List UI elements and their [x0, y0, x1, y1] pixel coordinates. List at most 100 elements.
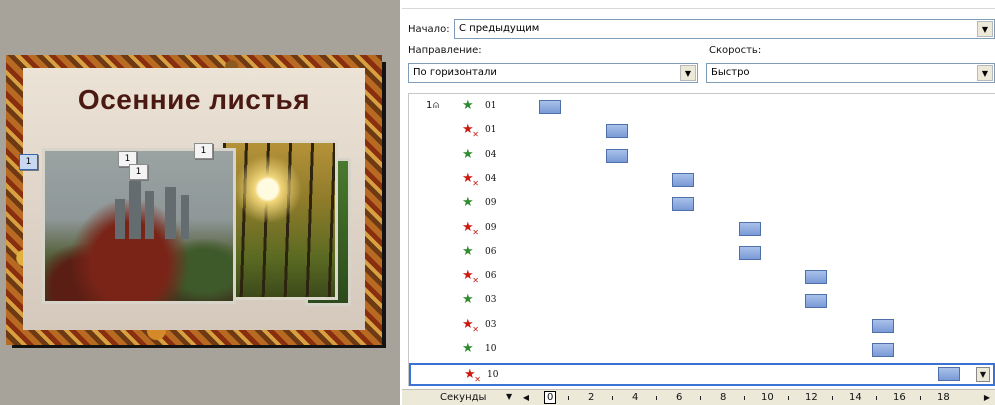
timing-bar[interactable]: [539, 100, 561, 114]
timeline-tick-label: 0: [544, 391, 557, 404]
animation-item-name: 03: [485, 295, 497, 306]
timeline-tick-label: 14: [849, 392, 862, 403]
timing-bar[interactable]: [938, 367, 960, 382]
animation-item-name: 10: [485, 344, 497, 354]
animation-item-name: 03: [485, 319, 497, 330]
timeline-tick-label: 8: [720, 392, 727, 403]
animation-item-name: 06: [485, 271, 497, 282]
red-star-exit-icon: ★ ✕: [462, 219, 479, 237]
timeline-tick-label: 16: [893, 392, 906, 403]
timeline-tick-mark: [612, 396, 613, 400]
pane-divider: [402, 8, 995, 9]
exit-marker-icon: ✕: [472, 276, 479, 286]
speed-select-value: Быстро: [711, 67, 750, 78]
timeline-tick-mark: [744, 396, 745, 400]
scroll-right-icon[interactable]: ▶: [981, 391, 993, 404]
green-star-icon: ★: [462, 195, 474, 211]
direction-select-value: По горизонтали: [413, 67, 497, 78]
green-star-icon: ★: [462, 292, 474, 308]
animation-order-badge[interactable]: 1: [19, 154, 38, 170]
animation-list-item[interactable]: ★ ✕ 10 ▼: [409, 363, 995, 387]
animation-item-name: 10: [487, 370, 499, 381]
chevron-down-icon[interactable]: ▼: [976, 367, 990, 383]
slide-photo-forest[interactable]: [220, 140, 338, 300]
red-star-exit-icon: ★ ✕: [462, 268, 479, 286]
chevron-down-icon[interactable]: ▼: [977, 65, 993, 81]
animation-list-item[interactable]: ★ ✕ 01: [409, 120, 995, 143]
city-tower: [129, 181, 141, 239]
animation-list-item[interactable]: ★ 04: [409, 145, 995, 168]
city-tower: [145, 191, 154, 239]
red-star-exit-icon: ★ ✕: [462, 316, 479, 334]
timing-bar[interactable]: [605, 124, 628, 139]
exit-marker-icon: ✕: [472, 227, 479, 237]
scroll-left-icon[interactable]: ◀: [520, 391, 532, 404]
slide-title[interactable]: Осенние листья: [23, 84, 365, 116]
timeline-tick-mark: [788, 396, 789, 400]
exit-marker-icon: ✕: [472, 178, 479, 188]
animation-item-name: 06: [485, 246, 497, 257]
timing-bar[interactable]: [738, 221, 761, 236]
speed-select[interactable]: Быстро ▼: [706, 63, 995, 83]
animation-order-badge[interactable]: 1: [194, 143, 213, 159]
timeline-bar: Секунды ▼ ◀ 0 2 4 6 8 10 12 14 16 18 ▶: [402, 389, 995, 405]
timing-bar[interactable]: [805, 294, 827, 309]
timeline-tick-mark: [656, 396, 657, 400]
timing-bar[interactable]: [871, 318, 894, 333]
animation-list-item[interactable]: 1 ⍝ ★ 01: [409, 96, 995, 119]
timeline-tick-label: 6: [676, 392, 683, 403]
green-star-icon: ★: [462, 341, 474, 356]
green-star-icon: ★: [462, 98, 474, 113]
timing-bar[interactable]: [738, 245, 761, 260]
timeline-tick-label: 10: [761, 392, 774, 403]
exit-marker-icon: ✕: [472, 130, 479, 140]
animation-item-name: 09: [485, 198, 497, 209]
timeline-tick-mark: [568, 396, 569, 400]
speed-label: Скорость:: [709, 45, 762, 56]
green-star-icon: ★: [462, 146, 474, 162]
direction-label: Направление:: [408, 45, 482, 56]
exit-marker-icon: ✕: [472, 324, 479, 334]
red-star-exit-icon: ★ ✕: [464, 367, 481, 385]
animation-list-item[interactable]: ★ ✕ 04: [409, 169, 995, 192]
seconds-menu[interactable]: Секунды: [440, 392, 486, 403]
timeline-tick-label: 18: [937, 392, 950, 403]
timeline-tick-mark: [700, 396, 701, 400]
animation-list-item[interactable]: ★ ✕ 03: [409, 315, 995, 338]
animation-list-item[interactable]: ★ ✕ 06: [409, 266, 995, 289]
animation-item-name: 04: [485, 173, 497, 184]
red-star-exit-icon: ★ ✕: [462, 122, 479, 140]
slide-preview-pane: Осенние листья 1 1 1 1: [0, 0, 400, 405]
red-star-exit-icon: ★ ✕: [462, 170, 479, 188]
animation-list-item[interactable]: ★ 03: [409, 290, 995, 313]
timing-bar[interactable]: [871, 343, 894, 357]
animation-item-name: 09: [485, 222, 497, 233]
timing-bar[interactable]: [605, 148, 628, 163]
direction-select[interactable]: По горизонтали ▼: [408, 63, 698, 83]
exit-marker-icon: ✕: [474, 375, 481, 385]
start-select-value: С предыдущим: [459, 23, 540, 34]
animation-item-name: 01: [485, 125, 497, 136]
timeline-tick-mark: [832, 396, 833, 400]
animation-list-item[interactable]: ★ 06: [409, 242, 995, 265]
chevron-down-icon[interactable]: ▼: [680, 65, 696, 81]
custom-animation-pane: Начало: С предыдущим ▼ Направление: Скор…: [402, 0, 995, 405]
animation-list-item[interactable]: ★ 10: [409, 339, 995, 362]
timing-bar[interactable]: [672, 197, 694, 212]
timing-bar[interactable]: [672, 172, 694, 187]
timeline-tick-mark: [876, 396, 877, 400]
animation-list[interactable]: 1 ⍝ ★ 01 ★ ✕ 01 ★ 04 ★ ✕ 04 ★ 09 ★ ✕ 09 ★ 06 ★ ✕ 06 ★ 03 ★ ✕ 03 ★ 10…: [408, 93, 995, 387]
timeline-tick-mark: [920, 396, 921, 400]
start-select[interactable]: С предыдущим ▼: [454, 19, 995, 39]
animation-list-item[interactable]: ★ ✕ 09: [409, 218, 995, 241]
sequence-number: 1: [426, 100, 433, 111]
chevron-down-icon[interactable]: ▼: [977, 21, 993, 37]
city-tower: [181, 195, 189, 239]
mouse-click-icon: ⍝: [433, 100, 439, 111]
animation-order-badge[interactable]: 1: [129, 164, 148, 180]
city-tower: [115, 199, 125, 239]
chevron-down-icon[interactable]: ▼: [506, 392, 512, 401]
animation-list-item[interactable]: ★ 09: [409, 193, 995, 216]
animation-item-name: 01: [485, 101, 497, 111]
timing-bar[interactable]: [805, 270, 827, 285]
